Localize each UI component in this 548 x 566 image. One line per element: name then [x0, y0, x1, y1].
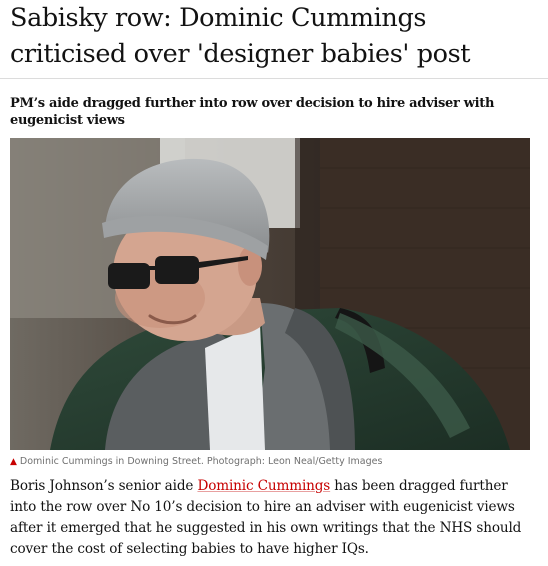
article-photo[interactable] [10, 138, 530, 450]
article-standfirst: PM’s aide dragged further into row over … [10, 96, 495, 128]
article-page: Sabisky row: Dominic Cummings criticised… [0, 0, 548, 566]
caption-triangle-icon: ▲ [10, 457, 17, 467]
dominic-cummings-link[interactable]: Dominic Cummings [197, 478, 330, 494]
article-headline: Sabisky row: Dominic Cummings criticised… [10, 3, 471, 69]
body-text-start: Boris Johnson’s senior aide [10, 478, 198, 494]
photo-caption: ▲ Dominic Cummings in Downing Street. Pho… [10, 455, 530, 469]
article-body-paragraph: Boris Johnson’s senior aide Dominic Cumm… [10, 476, 535, 560]
caption-text: Dominic Cummings in Downing Street. Phot… [19, 456, 383, 467]
divider [0, 78, 548, 79]
